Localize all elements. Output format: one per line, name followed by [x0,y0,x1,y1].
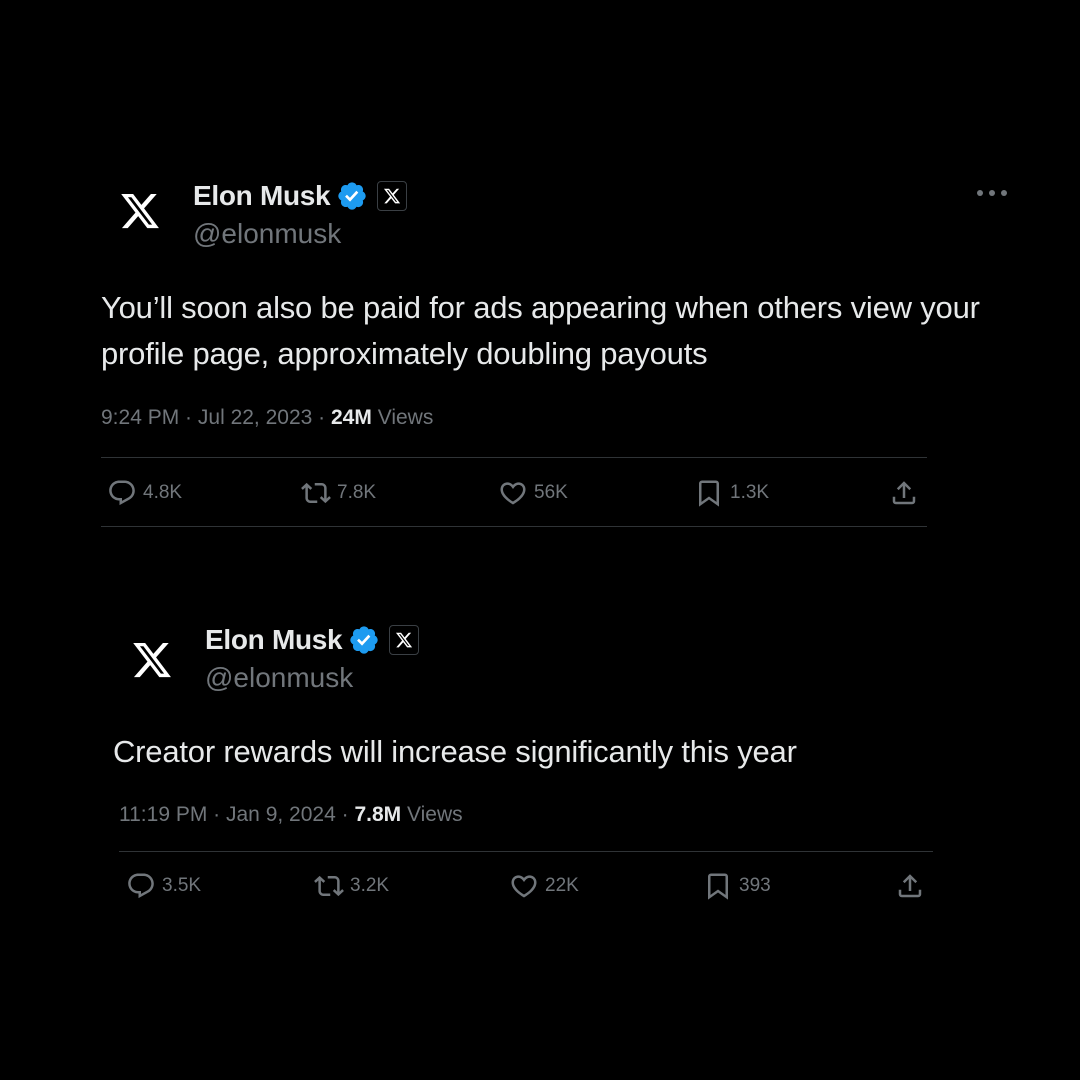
x-logo-icon [133,642,171,678]
like-count: 56K [534,482,568,503]
bookmark-button[interactable]: 1.3K [694,475,769,511]
avatar[interactable] [113,621,191,699]
repost-button[interactable]: 3.2K [314,868,389,904]
heart-icon [500,482,526,505]
share-icon [898,874,922,898]
like-button[interactable]: 22K [509,868,579,904]
views-label: Views [377,406,434,429]
affiliate-badge[interactable] [389,625,420,655]
x-logo-icon [121,193,159,229]
tweet-date[interactable]: Jul 22, 2023 [198,406,312,429]
reply-icon [109,480,135,506]
display-name[interactable]: Elon Musk [193,180,331,212]
tweet-text: You’ll soon also be paid for ads appeari… [101,290,980,371]
reply-button[interactable]: 3.5K [126,868,201,904]
bookmark-button[interactable]: 393 [703,868,771,904]
share-button[interactable] [895,868,925,904]
like-button[interactable]: 56K [498,475,568,511]
repost-count: 7.8K [337,482,377,503]
views-label: Views [406,803,463,826]
tweet-metadata: 9:24 PM · Jul 22, 2023 · 24M Views [101,406,433,430]
divider [101,526,927,527]
bookmark-count: 393 [739,875,771,896]
bookmark-icon [699,480,719,507]
share-icon [892,481,916,505]
like-count: 22K [545,875,579,896]
username-handle[interactable]: @elonmusk [193,218,341,250]
tweet-text: Creator rewards will increase significan… [113,734,797,769]
author-row: Elon Musk [193,178,408,214]
x-logo-icon [396,632,413,648]
views-count[interactable]: 7.8M [354,803,401,826]
reply-count: 3.5K [162,875,202,896]
more-options-icon[interactable] [977,186,1007,200]
repost-icon [301,482,331,504]
action-bar: 4.8K 7.8K 56K 1.3K [101,475,927,511]
tweet-date[interactable]: Jan 9, 2024 [226,803,336,826]
separator: · [335,803,355,826]
reply-button[interactable]: 4.8K [107,475,182,511]
separator: · [312,406,331,429]
repost-button[interactable]: 7.8K [301,475,376,511]
username-handle[interactable]: @elonmusk [205,662,353,694]
share-button[interactable] [889,475,919,511]
bookmark-count: 1.3K [730,482,770,503]
tweet-time[interactable]: 11:19 PM [119,803,207,826]
reply-count: 4.8K [143,482,183,503]
display-name[interactable]: Elon Musk [205,624,343,656]
heart-icon [511,875,537,898]
verified-badge-icon[interactable] [336,180,368,212]
action-bar: 3.5K 3.2K 22K 393 [119,868,933,904]
repost-count: 3.2K [350,875,390,896]
tweet-metadata: 11:19 PM · Jan 9, 2024 · 7.8M Views [119,803,463,827]
divider [119,851,933,852]
x-logo-icon [384,188,401,204]
author-row: Elon Musk [205,622,420,658]
tweet-time[interactable]: 9:24 PM [101,406,179,429]
reply-icon [128,873,154,899]
avatar[interactable] [101,172,179,250]
verified-badge-icon[interactable] [348,624,380,656]
affiliate-badge[interactable] [377,181,408,211]
views-count[interactable]: 24M [331,406,372,429]
divider [101,457,927,458]
repost-icon [314,875,344,897]
bookmark-icon [708,873,728,900]
separator: · [207,803,226,826]
separator: · [179,406,198,429]
